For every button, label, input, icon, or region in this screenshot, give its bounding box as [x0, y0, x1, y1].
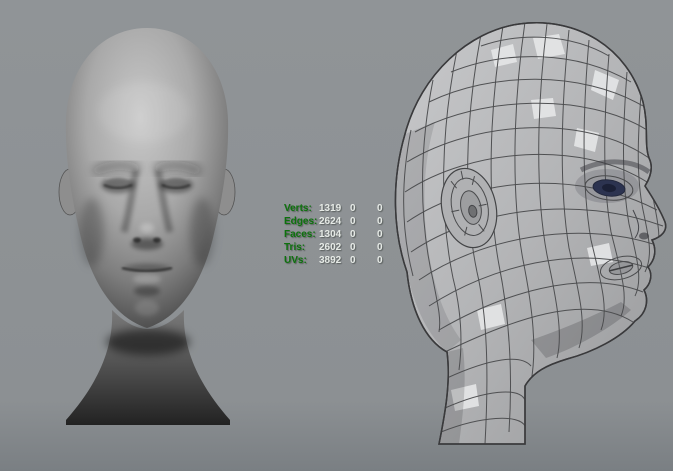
hud-col2: 0 [350, 242, 356, 253]
smooth-head-render [58, 28, 236, 425]
hud-total: 3892 [319, 255, 342, 266]
hud-total: 1304 [319, 229, 342, 240]
hud-col2: 0 [350, 255, 356, 266]
hud-label: Tris: [284, 242, 306, 253]
hud-col2: 0 [350, 229, 356, 240]
wireframe-head-render [394, 22, 667, 445]
smooth-head-model[interactable] [32, 20, 267, 425]
hud-total: 2624 [319, 216, 342, 227]
hud-total: 1319 [319, 203, 342, 214]
3d-viewport[interactable]: Verts: 1319 0 0 Edges: 2624 0 0 Faces: 1… [0, 0, 673, 471]
hud-label: Verts: [284, 203, 312, 214]
hud-total: 2602 [319, 242, 342, 253]
hud-col2: 0 [350, 203, 356, 214]
hud-label: UVs: [284, 255, 307, 266]
hud-label: Edges: [284, 216, 318, 227]
wireframe-head-model[interactable] [381, 10, 673, 445]
hud-label: Faces: [284, 229, 316, 240]
hud-col2: 0 [350, 216, 356, 227]
